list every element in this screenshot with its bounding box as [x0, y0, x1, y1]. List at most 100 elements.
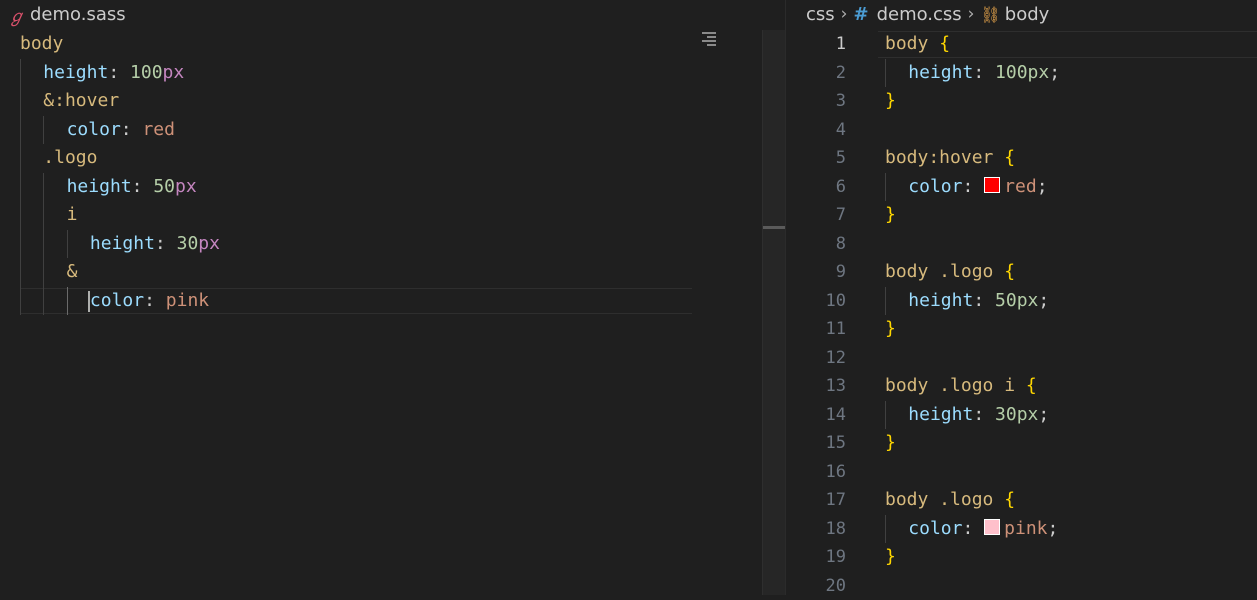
colon: : [973, 62, 984, 83]
line-number[interactable]: 2 [786, 59, 846, 88]
colon: : [144, 290, 155, 311]
line-number[interactable]: 20 [786, 572, 846, 600]
color-swatch[interactable] [984, 177, 1000, 193]
colon: : [132, 176, 143, 197]
line-number[interactable]: 12 [786, 344, 846, 373]
close-brace: } [885, 204, 896, 225]
unit: px [1028, 62, 1050, 83]
code-line[interactable] [885, 230, 1060, 259]
code-line[interactable]: color: pink [20, 287, 220, 316]
code-line[interactable] [885, 344, 1060, 373]
property-name: color [90, 290, 144, 311]
line-number[interactable]: 3 [786, 87, 846, 116]
semicolon: ; [1037, 176, 1048, 197]
line-number[interactable]: 9 [786, 258, 846, 287]
code-line[interactable]: &:hover [20, 87, 220, 116]
property-name: height [43, 62, 108, 83]
line-number[interactable]: 5 [786, 144, 846, 173]
line-number[interactable]: 11 [786, 315, 846, 344]
code-line[interactable]: } [885, 429, 1060, 458]
code-line[interactable]: } [885, 315, 1060, 344]
code-line[interactable]: body:hover { [885, 144, 1060, 173]
indent-guide [43, 201, 44, 230]
property-name: color [67, 119, 121, 140]
indent-guide [43, 230, 44, 259]
selector: &:hover [43, 90, 119, 111]
breadcrumb-file[interactable]: demo.css [877, 4, 962, 25]
code-line[interactable]: body [20, 30, 220, 59]
minimap-icon[interactable] [702, 30, 716, 50]
line-number[interactable]: 15 [786, 429, 846, 458]
colon: : [973, 404, 984, 425]
line-number[interactable]: 19 [786, 543, 846, 572]
breadcrumb-symbol[interactable]: body [1005, 4, 1050, 25]
code-line[interactable] [885, 572, 1060, 600]
code-line[interactable]: .logo [20, 144, 220, 173]
number-value: 30 [995, 404, 1017, 425]
color-swatch[interactable] [984, 519, 1000, 535]
breadcrumb: css › # demo.css › ⛓ body [806, 0, 1049, 28]
close-brace: } [885, 90, 896, 111]
code-line[interactable]: } [885, 543, 1060, 572]
property-name: height [908, 404, 973, 425]
css-editor-pane[interactable]: css › # demo.css › ⛓ body 12345678910111… [786, 0, 1257, 595]
indent-guide [20, 201, 21, 230]
line-number[interactable]: 17 [786, 486, 846, 515]
keyword-value: red [142, 119, 175, 140]
line-number[interactable]: 16 [786, 458, 846, 487]
symbol-class-icon: ⛓ [980, 5, 1000, 24]
selector: & [67, 261, 78, 282]
open-brace: { [1026, 375, 1037, 396]
code-line[interactable]: body .logo i { [885, 372, 1060, 401]
indent-guide [43, 116, 44, 145]
text-cursor [88, 291, 90, 312]
code-line[interactable]: body .logo { [885, 486, 1060, 515]
indent-guide [20, 287, 21, 316]
code-line[interactable]: color: red [20, 116, 220, 145]
selector: body [885, 33, 928, 54]
sass-file-tab[interactable]: ℊ demo.sass [8, 0, 126, 28]
sass-editor-pane[interactable]: ℊ demo.sass bodyheight: 100px&:hover colo… [0, 0, 762, 595]
code-line[interactable]: height: 50px [20, 173, 220, 202]
sass-code[interactable]: bodyheight: 100px&:hovercolor: red.logoh… [20, 30, 220, 315]
code-line[interactable]: color: pink; [885, 515, 1060, 544]
semicolon: ; [1038, 290, 1049, 311]
indent-guide [67, 230, 68, 259]
line-number[interactable]: 6 [786, 173, 846, 202]
chevron-right-icon: › [841, 4, 848, 24]
open-brace: { [1004, 261, 1015, 282]
code-line[interactable]: body { [885, 30, 1060, 59]
code-line[interactable]: & [20, 258, 220, 287]
code-line[interactable] [885, 116, 1060, 145]
number-value: 30 [177, 233, 199, 254]
code-line[interactable]: height: 50px; [885, 287, 1060, 316]
code-line[interactable]: height: 30px; [885, 401, 1060, 430]
line-number[interactable]: 13 [786, 372, 846, 401]
line-number[interactable]: 10 [786, 287, 846, 316]
line-number[interactable]: 14 [786, 401, 846, 430]
code-line[interactable]: } [885, 201, 1060, 230]
line-number[interactable]: 7 [786, 201, 846, 230]
colon: : [973, 290, 984, 311]
code-line[interactable]: i [20, 201, 220, 230]
line-number[interactable]: 1 [786, 30, 846, 59]
code-line[interactable]: body .logo { [885, 258, 1060, 287]
scrollbar-thumb[interactable] [763, 226, 785, 229]
line-number[interactable]: 4 [786, 116, 846, 145]
code-line[interactable]: height: 30px [20, 230, 220, 259]
line-number[interactable]: 18 [786, 515, 846, 544]
indent-guide [885, 515, 886, 544]
line-number[interactable]: 8 [786, 230, 846, 259]
line-number-gutter[interactable]: 1234567891011121314151617181920 [786, 30, 846, 600]
code-line[interactable]: height: 100px [20, 59, 220, 88]
code-line[interactable] [885, 458, 1060, 487]
open-brace: { [1004, 489, 1015, 510]
sass-editor-scrollbar[interactable] [762, 30, 785, 595]
property-name: color [908, 518, 962, 539]
breadcrumb-folder[interactable]: css [806, 4, 835, 25]
css-code[interactable]: body {height: 100px;}body:hover {color: … [885, 30, 1060, 600]
indent-guide [20, 144, 21, 173]
code-line[interactable]: } [885, 87, 1060, 116]
code-line[interactable]: color: red; [885, 173, 1060, 202]
code-line[interactable]: height: 100px; [885, 59, 1060, 88]
